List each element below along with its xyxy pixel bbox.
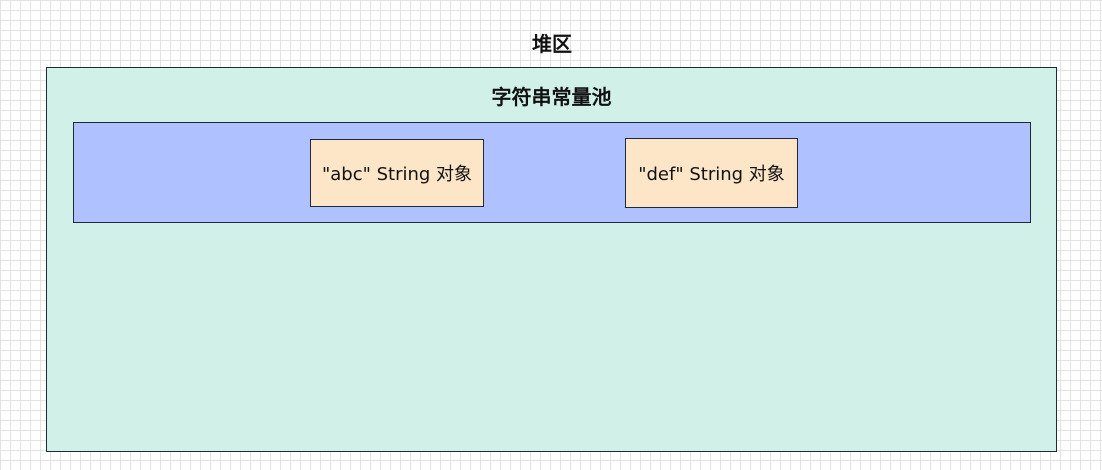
string-object-abc: "abc" String 对象 [310, 139, 484, 207]
string-object-abc-label: "abc" String 对象 [321, 164, 473, 185]
string-constant-pool: "abc" String 对象 "def" String 对象 [73, 122, 1031, 223]
heap-region: 字符串常量池 "abc" String 对象 "def" String 对象 [46, 67, 1057, 452]
heap-title: 堆区 [532, 32, 572, 56]
string-object-def: "def" String 对象 [625, 138, 798, 208]
string-pool-title: 字符串常量池 [491, 85, 612, 109]
string-object-def-label: "def" String 对象 [638, 164, 785, 185]
